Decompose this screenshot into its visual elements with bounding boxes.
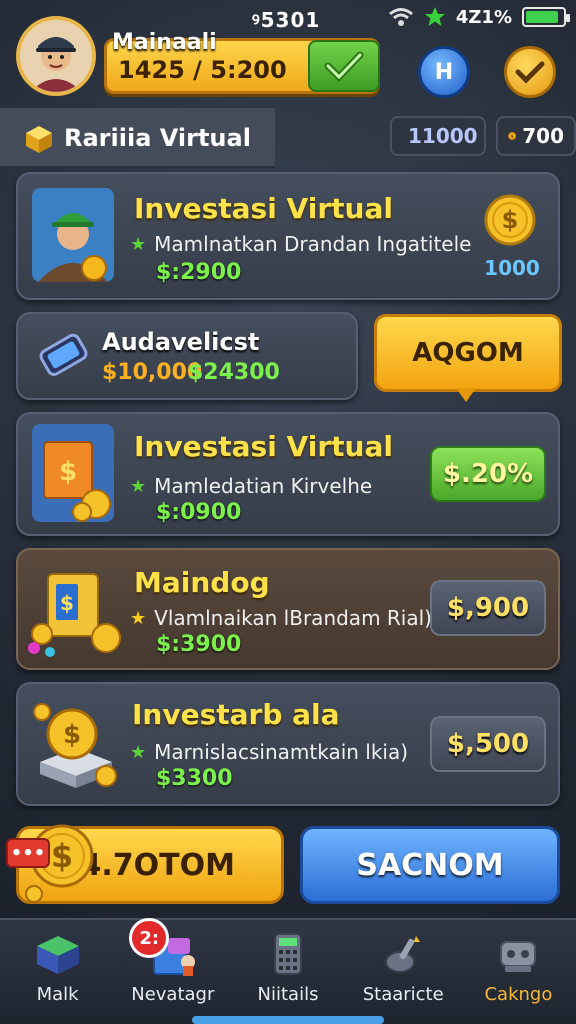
nav-item-nevatagr[interactable]: 2: Nevatagr	[115, 918, 230, 1024]
card-3-subtitle: Mamledatian Kirvelhe	[154, 474, 373, 498]
card-4-value-button[interactable]: $,900	[430, 580, 546, 636]
chat-button[interactable]: •••	[6, 838, 50, 868]
coins-value: 700	[522, 124, 564, 148]
nav-item-niitails[interactable]: Niitails	[230, 920, 345, 1024]
card-5-value-button[interactable]: $,500	[430, 716, 546, 772]
nav-label-cakngo: Cakngo	[484, 984, 553, 1005]
nav-label-staaricte: Staaricte	[362, 984, 444, 1005]
daily-check-button[interactable]	[504, 46, 556, 98]
star-icon	[424, 7, 445, 26]
card-5-subtitle-row: ★ Marnislacsinamtkain lkia)	[130, 740, 408, 764]
card-2-title: Audavelicst	[102, 328, 260, 356]
acquire-button-tail	[456, 388, 476, 402]
package-icon	[36, 936, 79, 974]
card-4-subtitle: Vlamlnaikan lBrandam Rial)	[154, 606, 432, 630]
svg-text:$: $	[59, 457, 77, 487]
battery-text: 4Z1%	[455, 6, 512, 28]
card-5-price: $3300	[156, 766, 233, 791]
help-button[interactable]: H	[418, 46, 470, 98]
svg-text:$: $	[63, 720, 81, 750]
player-name: Mainaali	[112, 30, 217, 55]
nav-label-malk: Malk	[36, 984, 79, 1005]
notification-badge: 2:	[129, 918, 170, 958]
ellipsis-icon: •••	[10, 842, 46, 864]
vending-machine-coins-icon: $	[28, 573, 121, 657]
nav-label-nevatagr: Nevatagr	[131, 984, 215, 1005]
card-3-price: $:0900	[156, 500, 242, 525]
h-letter-icon: H	[434, 59, 454, 85]
card-3-subtitle-row: ★ Mamledatian Kirvelhe	[130, 474, 372, 498]
stats-tool-icon	[385, 936, 421, 973]
coin-icon: $	[508, 131, 517, 141]
svg-text:$: $	[502, 206, 519, 234]
svg-text:$: $	[51, 837, 73, 875]
section-title: Rariiia Virtual	[64, 124, 251, 152]
star-icon: ★	[130, 475, 147, 497]
gems-value: 11000	[408, 124, 478, 148]
wifi-icon	[388, 8, 413, 26]
bottom-nav: Malk 2: Nevatagr Niitails Staaricte Cakn…	[0, 918, 576, 1024]
card-4-title: Maindog	[134, 566, 270, 599]
gems-counter[interactable]: 11000	[390, 116, 486, 156]
acquire-button[interactable]: AQGOM	[374, 314, 562, 392]
card-3-title: Investasi Virtual	[134, 430, 393, 463]
card-4-price: $:3900	[156, 632, 242, 657]
nav-item-staaricte[interactable]: Staaricte	[346, 920, 461, 1024]
card-1-subtitle: Mamlnatkan Drandan Ingatitele	[154, 232, 472, 256]
card-1-subtitle-row: ★ Mamlnatkan Drandan Ingatitele	[130, 232, 471, 256]
home-indicator[interactable]	[192, 1016, 384, 1024]
status-icons: 4Z1%	[388, 6, 570, 28]
scan-button[interactable]: SACNOM	[300, 826, 560, 904]
orange-box-coins-icon: $	[32, 424, 114, 522]
coins-counter[interactable]: $ 700	[496, 116, 576, 156]
status-time: ꝰ5301	[252, 8, 321, 32]
calculator-icon	[274, 933, 302, 975]
star-icon: ★	[130, 233, 147, 255]
card-1-side-value: 1000	[484, 256, 540, 280]
investor-portrait-icon	[32, 188, 114, 282]
confirm-button[interactable]	[308, 40, 380, 92]
avatar-face-icon	[20, 20, 92, 92]
card-4-subtitle-row: ★ Vlamlnaikan lBrandam Rial)	[130, 606, 432, 630]
card-1-title: Investasi Virtual	[134, 192, 393, 225]
card-5-title: Investarb ala	[132, 698, 340, 731]
card-3-return-button[interactable]: $.20%	[430, 446, 546, 502]
card-1-price: $:2900	[156, 260, 242, 285]
settings-device-icon	[500, 941, 537, 972]
checkmark-icon	[515, 61, 545, 84]
svg-text:$: $	[60, 591, 74, 615]
coin-pedestal-icon: $	[33, 703, 117, 788]
phone-icon	[39, 333, 88, 376]
star-icon: ★	[130, 741, 147, 763]
balance-value: 1425 / 5:200	[118, 56, 287, 84]
battery-icon	[522, 7, 570, 27]
nav-label-niitails: Niitails	[257, 984, 319, 1005]
card-2-price-new: $24300	[188, 360, 280, 385]
gold-cube-icon	[26, 126, 52, 153]
card-5-subtitle: Marnislacsinamtkain lkia)	[154, 740, 409, 764]
coin-icon: $	[484, 194, 536, 246]
star-icon: ★	[130, 607, 147, 629]
player-avatar[interactable]	[16, 16, 96, 96]
nav-item-cakngo[interactable]: Cakngo	[461, 920, 576, 1024]
nav-item-malk[interactable]: Malk	[0, 920, 115, 1024]
checkmark-icon	[324, 51, 364, 82]
